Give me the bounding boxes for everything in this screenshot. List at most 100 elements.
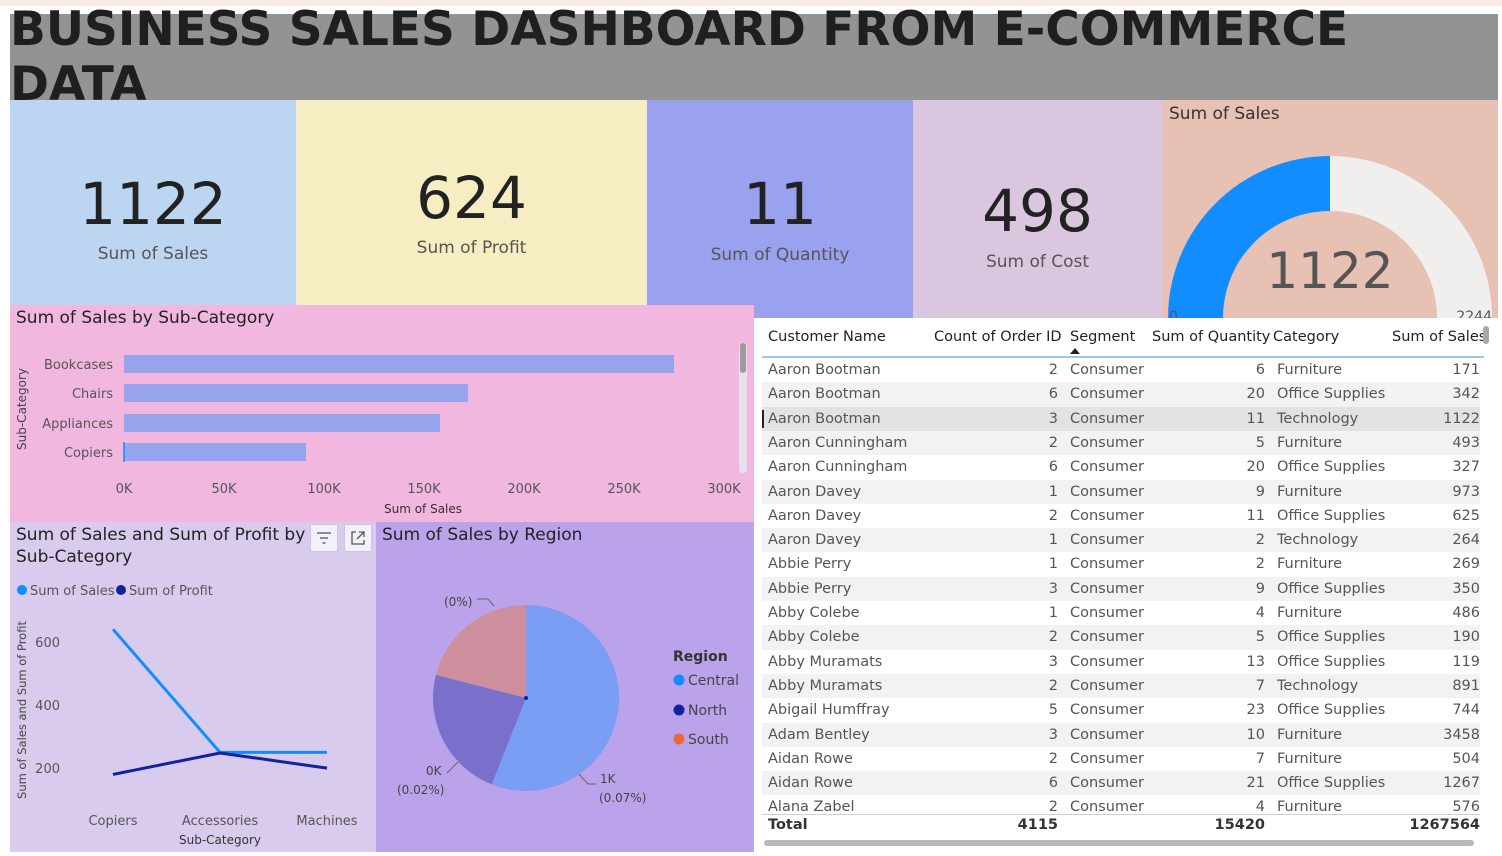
bar-category-label: Appliances [42, 417, 113, 432]
cell-count-order-id: 3 [1048, 410, 1058, 427]
table-row[interactable]: Aaron Cunningham 2 Consumer 5 Furniture 493 [762, 430, 1480, 456]
col-segment[interactable]: Segment [1070, 329, 1135, 345]
focus-mode-button[interactable] [344, 524, 372, 552]
line-x-tick-label: Machines [296, 814, 357, 829]
cell-customer-name: Abby Muramats [768, 653, 883, 670]
cell-category: Furniture [1277, 605, 1343, 621]
bar-x-tick-label: 50K [211, 482, 237, 497]
table-total-row: Total 4115 15420 1267564 [762, 814, 1480, 836]
gauge-max-label: 2244 [1456, 309, 1492, 318]
customer-table-panel[interactable]: Customer Name Count of Order ID Segment … [756, 318, 1498, 852]
line-x-tick-label: Copiers [88, 814, 137, 829]
table-row[interactable]: Aidan Rowe 2 Consumer 7 Furniture 504 [762, 747, 1480, 771]
cell-segment: Consumer [1070, 605, 1144, 621]
pie-chart: Region Central North South (0%) 0K (0.02… [397, 595, 739, 805]
table-row[interactable]: Aaron Davey 1 Consumer 2 Technology 264 [762, 528, 1480, 553]
cell-sum-quantity: 10 [1246, 726, 1265, 743]
line-y-tick-label: 200 [35, 762, 60, 777]
cell-sum-quantity: 7 [1255, 677, 1265, 694]
bar-copiers[interactable] [124, 443, 306, 461]
cell-customer-name: Aaron Cunningham [768, 434, 908, 451]
cell-customer-name: Alana Zabel [768, 799, 855, 812]
col-count-order-id[interactable]: Count of Order ID [934, 329, 1062, 345]
table-vertical-scrollbar[interactable] [1483, 326, 1489, 344]
kpi-label: Sum of Quantity [710, 245, 850, 265]
table-row[interactable]: Aaron Bootman 6 Consumer 20 Office Supplies 3… [762, 382, 1480, 407]
total-count: 4115 [1017, 817, 1058, 833]
bar-bookcases[interactable] [124, 355, 674, 373]
kpi-card-sales[interactable]: 1122 Sum of Sales [10, 100, 296, 305]
cell-segment: Consumer [1070, 483, 1144, 500]
cell-sum-sales: 171 [1452, 362, 1480, 378]
filter-icon [317, 532, 331, 544]
col-customer-name[interactable]: Customer Name [768, 329, 886, 345]
cell-count-order-id: 5 [1048, 702, 1058, 719]
cell-sum-sales: 1122 [1443, 410, 1480, 427]
kpi-card-quantity[interactable]: 11 Sum of Quantity [647, 100, 913, 318]
legend-profit-marker [116, 585, 126, 595]
profit-line[interactable] [112, 751, 328, 776]
cell-count-order-id: 1 [1048, 483, 1058, 500]
table-horizontal-scrollbar[interactable] [764, 840, 1474, 846]
cell-customer-name: Abbie Perry [768, 580, 852, 597]
table-row[interactable]: Aaron Bootman 2 Consumer 6 Furniture 171 [762, 358, 1480, 382]
sales-gauge-card[interactable]: Sum of Sales 1122 0 2244 [1162, 100, 1498, 318]
table-row[interactable]: Abby Colebe 1 Consumer 4 Furniture 486 [762, 601, 1480, 625]
legend-south-label[interactable]: South [688, 732, 729, 748]
sales-profit-by-subcategory-panel[interactable]: Sum of Sales and Sum of Profit by Sub-Ca… [10, 522, 376, 852]
pie-legend-title: Region [673, 649, 728, 665]
kpi-value: 498 [982, 177, 1093, 245]
table-row[interactable]: Abbie Perry 1 Consumer 2 Furniture 269 [762, 552, 1480, 576]
table-row[interactable]: Abbie Perry 3 Consumer 9 Office Supplies 350 [762, 576, 1480, 601]
cell-segment: Consumer [1070, 362, 1144, 378]
cell-sum-quantity: 6 [1255, 362, 1265, 378]
col-sum-quantity[interactable]: Sum of Quantity [1152, 329, 1270, 345]
table-row[interactable]: Abigail Humffray 5 Consumer 23 Office Suppli… [762, 698, 1480, 722]
legend-central-label[interactable]: Central [688, 673, 739, 689]
pie-annotation-right-2: (0.07%) [599, 791, 646, 805]
cell-customer-name: Adam Bentley [768, 726, 870, 743]
cell-segment: Consumer [1070, 750, 1144, 767]
cell-segment: Consumer [1070, 580, 1144, 597]
legend-central-marker [673, 674, 685, 686]
cell-sum-sales: 493 [1452, 434, 1480, 451]
cell-segment: Consumer [1070, 799, 1144, 812]
kpi-card-cost[interactable]: 498 Sum of Cost [913, 100, 1162, 318]
table-row[interactable]: Aaron Bootman 3 Consumer 11 Technology 1122 [762, 406, 1480, 431]
legend-north-label[interactable]: North [688, 703, 727, 719]
cell-category: Office Supplies [1277, 580, 1386, 597]
bar-category-label: Copiers [64, 446, 113, 461]
col-sum-sales[interactable]: Sum of Sales [1392, 329, 1486, 345]
filter-button[interactable] [310, 524, 338, 552]
table-row[interactable]: Aaron Davey 2 Consumer 11 Office Supplies 625 [762, 504, 1480, 528]
dashboard-title: BUSINESS SALES DASHBOARD FROM E-COMMERCE… [10, 2, 1349, 112]
col-category[interactable]: Category [1273, 329, 1339, 345]
table-row[interactable]: Aidan Rowe 6 Consumer 21 Office Supplies 1267 [762, 771, 1480, 796]
table-row[interactable]: Abby Muramats 2 Consumer 7 Technology 891 [762, 673, 1480, 699]
table-row[interactable]: Alana Zabel 2 Consumer 4 Furniture 576 [762, 795, 1480, 811]
annotation-leader-top [477, 598, 495, 607]
table-row[interactable]: Adam Bentley 3 Consumer 10 Furniture 3458 [762, 722, 1480, 747]
sales-line[interactable] [111, 628, 327, 754]
sales-by-subcategory-panel[interactable]: Sum of Sales by Sub-Category Sub-Categor… [10, 305, 754, 522]
cell-segment: Consumer [1070, 556, 1144, 573]
table-row[interactable]: Abby Colebe 2 Consumer 5 Office Supplies 190 [762, 625, 1480, 650]
bar-chart-scroll-thumb[interactable] [740, 343, 746, 373]
table-row[interactable]: Abby Muramats 3 Consumer 13 Office Supplies 1… [762, 650, 1480, 674]
sales-by-region-panel[interactable]: Sum of Sales by Region Region Central No… [376, 522, 754, 852]
cell-category: Furniture [1277, 799, 1343, 812]
cell-customer-name: Aaron Bootman [768, 386, 881, 403]
bar-appliances[interactable] [124, 414, 440, 432]
gauge-value: 1122 [1266, 242, 1393, 300]
kpi-card-profit[interactable]: 624 Sum of Profit [296, 100, 647, 305]
bar-category-label: Chairs [72, 387, 113, 402]
cell-category: Furniture [1277, 726, 1343, 743]
cell-sum-sales: 744 [1452, 702, 1480, 719]
cell-segment: Consumer [1070, 653, 1144, 670]
cell-sum-quantity: 13 [1246, 653, 1265, 670]
table-row[interactable]: Aaron Davey 1 Consumer 9 Furniture 973 [762, 479, 1480, 504]
cell-sum-quantity: 4 [1255, 605, 1265, 621]
bar-chairs[interactable] [124, 384, 468, 402]
cell-customer-name: Abby Colebe [768, 629, 860, 646]
table-row[interactable]: Aaron Cunningham 6 Consumer 20 Office Suppli… [762, 455, 1480, 479]
